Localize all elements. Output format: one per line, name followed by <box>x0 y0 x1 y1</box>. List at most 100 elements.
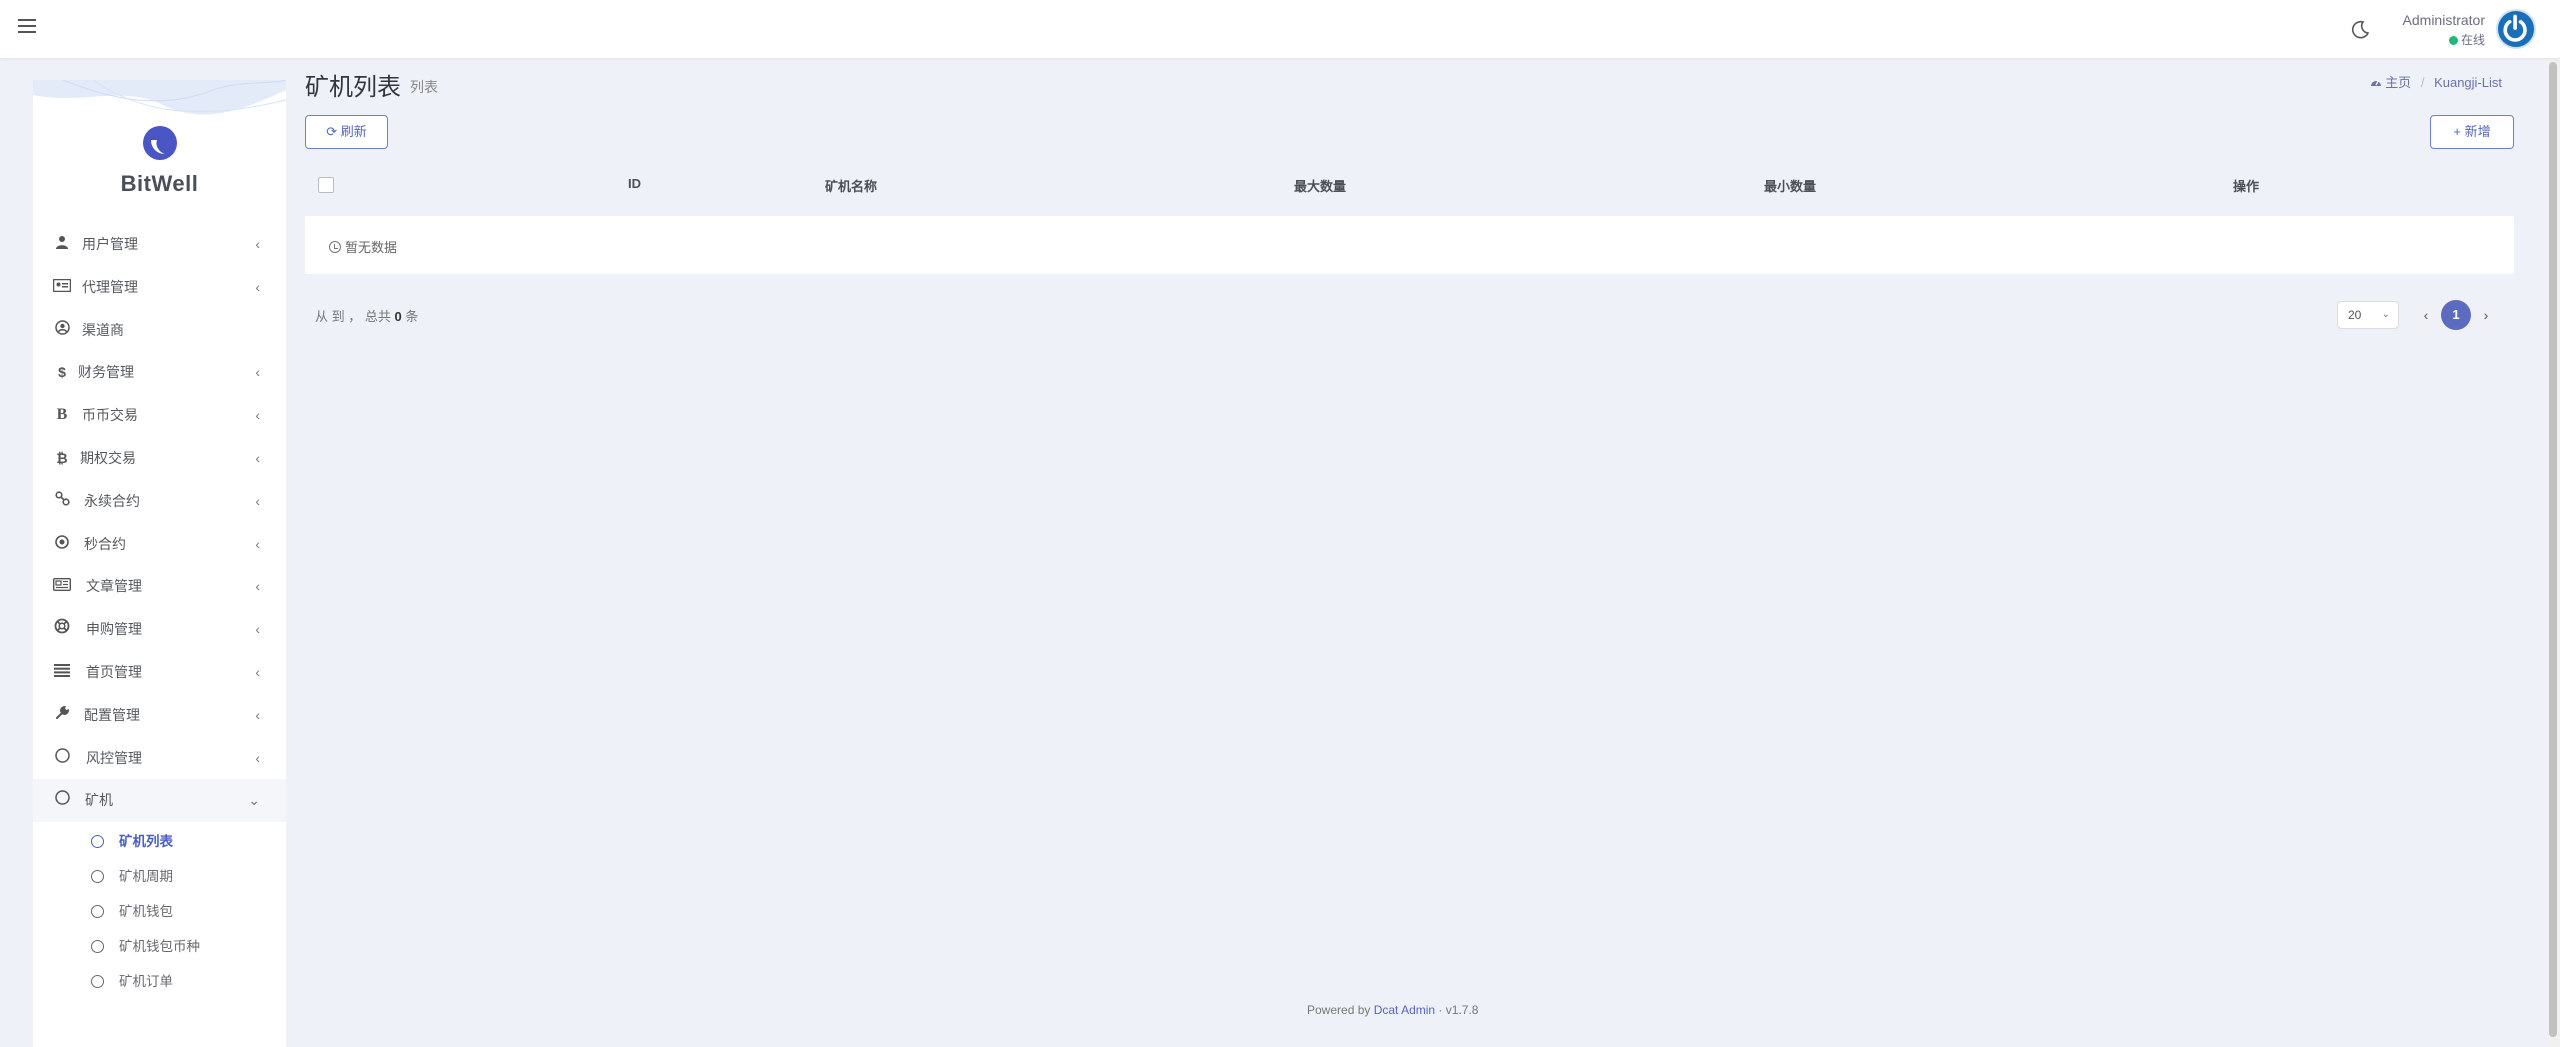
chevron-left-icon: ‹ <box>255 449 260 466</box>
hamburger-menu-icon[interactable] <box>18 19 36 35</box>
list-icon <box>53 651 71 694</box>
sidebar-subitem-miner-period[interactable]: 矿机周期 <box>33 859 286 894</box>
breadcrumb-home-link[interactable]: 主页 <box>2385 75 2411 90</box>
sidebar-item-channel[interactable]: 渠道商 <box>33 309 286 352</box>
sidebar-item-config[interactable]: 配置管理 ‹ <box>33 694 286 737</box>
next-page-button[interactable]: › <box>2476 299 2496 331</box>
scrollbar-thumb[interactable] <box>2549 62 2557 1037</box>
breadcrumb: 主页 / Kuangji-List <box>2370 72 2502 91</box>
user-name[interactable]: Administrator <box>2403 12 2485 28</box>
user-status: 在线 <box>2448 31 2485 48</box>
page-size-value: 20 <box>2348 308 2362 322</box>
column-header-min: 最小数量 <box>1764 179 1817 194</box>
miner-submenu: 矿机列表 矿机周期 矿机钱包 矿机钱包币种 矿机订单 <box>33 822 286 999</box>
sidebar-item-risk-control[interactable]: 风控管理 ‹ <box>33 737 286 780</box>
chevron-left-icon: ‹ <box>255 663 260 680</box>
sidebar-item-label: 代理管理 <box>82 278 138 295</box>
refresh-button-label: 刷新 <box>340 124 367 139</box>
sidebar-item-label: 财务管理 <box>78 364 134 381</box>
chevron-left-icon: ‹ <box>255 621 260 638</box>
sidebar-item-user-management[interactable]: 用户管理 ‹ <box>33 223 286 266</box>
moon-icon[interactable] <box>2348 18 2372 42</box>
page-size-select[interactable]: 20 ⌄ <box>2337 301 2399 329</box>
sidebar-subitem-label: 矿机钱包 <box>119 904 173 920</box>
sidebar-item-options-trading[interactable]: ₿ 期权交易 ‹ <box>33 437 286 480</box>
chevron-left-icon: ‹ <box>255 535 260 552</box>
column-header-id[interactable]: ID <box>628 176 641 191</box>
sidebar-item-label: 矿机 <box>85 792 113 809</box>
sidebar-item-seconds-contract[interactable]: 秒合约 ‹ <box>33 523 286 566</box>
sidebar-item-homepage[interactable]: 首页管理 ‹ <box>33 651 286 694</box>
sidebar: BitWell 用户管理 ‹ 代理管理 ‹ 渠道商 $ 财务管理 ‹ B 币币交… <box>33 80 286 1047</box>
avatar[interactable] <box>2496 9 2536 49</box>
chevron-left-icon: ‹ <box>255 578 260 595</box>
sidebar-subitem-miner-order[interactable]: 矿机订单 <box>33 964 286 999</box>
page-button-current[interactable]: 1 <box>2441 300 2471 330</box>
newspaper-icon <box>52 565 72 608</box>
sidebar-item-label: 文章管理 <box>86 578 142 595</box>
bold-b-icon: B <box>56 406 68 424</box>
sidebar-subitem-miner-wallet-coin[interactable]: 矿机钱包币种 <box>33 929 286 964</box>
table-header: ID 矿机名称 最大数量 最小数量 操作 <box>305 168 2514 200</box>
circle-icon <box>91 835 104 849</box>
column-header-max: 最大数量 <box>1294 179 1347 194</box>
refresh-button[interactable]: ⟳ 刷新 <box>305 115 388 149</box>
dashboard-icon <box>2370 75 2386 90</box>
sidebar-item-label: 期权交易 <box>80 449 136 466</box>
sidebar-item-label: 渠道商 <box>82 321 124 338</box>
sidebar-item-label: 首页管理 <box>86 663 142 680</box>
chevron-down-icon: ⌄ <box>2381 309 2390 320</box>
sidebar-menu: 用户管理 ‹ 代理管理 ‹ 渠道商 $ 财务管理 ‹ B 币币交易 ‹ ₿ 期权… <box>33 223 286 999</box>
bitcoin-icon: ₿ <box>56 449 68 466</box>
empty-text: 暂无数据 <box>345 240 398 255</box>
online-dot-icon <box>2448 36 2458 45</box>
add-button[interactable]: + 新增 <box>2430 115 2514 149</box>
chevron-left-icon: ‹ <box>255 278 260 295</box>
sidebar-item-perpetual[interactable]: 永续合约 ‹ <box>33 480 286 523</box>
select-all-checkbox[interactable] <box>318 177 334 193</box>
breadcrumb-current: Kuangji-List <box>2434 75 2502 90</box>
sidebar-item-label: 风控管理 <box>86 749 142 766</box>
id-card-icon <box>52 266 72 309</box>
bitwell-logo-icon <box>143 126 177 160</box>
footer-link[interactable]: Dcat Admin <box>1374 1003 1435 1017</box>
link-icon <box>53 480 71 523</box>
chevron-left-icon: ‹ <box>255 236 260 252</box>
add-button-label: 新增 <box>2464 124 2491 139</box>
sidebar-item-label: 申购管理 <box>86 621 142 638</box>
sidebar-subitem-label: 矿机列表 <box>119 834 173 850</box>
empty-state: 暂无数据 <box>329 237 397 256</box>
circle-icon <box>91 870 104 884</box>
record-info: 从 到 ， 总共 0 条 <box>315 306 418 325</box>
footer-separator: · <box>1438 1003 1443 1017</box>
column-header-actions: 操作 <box>2233 179 2260 194</box>
sidebar-subitem-miner-list[interactable]: 矿机列表 <box>33 824 286 859</box>
chevron-left-icon: ‹ <box>255 492 260 509</box>
sidebar-item-subscription[interactable]: 申购管理 ‹ <box>33 608 286 651</box>
page-subtitle: 列表 <box>410 79 438 95</box>
refresh-icon: ⟳ <box>326 124 338 139</box>
circle-icon <box>53 737 71 780</box>
circle-icon <box>91 975 104 989</box>
column-header-name: 矿机名称 <box>825 179 878 194</box>
page-scrollbar[interactable] <box>2546 58 2560 1047</box>
sidebar-item-finance[interactable]: $ 财务管理 ‹ <box>33 351 286 394</box>
chevron-down-icon: ⌄ <box>248 792 260 809</box>
record-info-suffix: 条 <box>405 309 419 324</box>
sidebar-subitem-miner-wallet[interactable]: 矿机钱包 <box>33 894 286 929</box>
sidebar-item-articles[interactable]: 文章管理 ‹ <box>33 565 286 608</box>
circle-icon <box>91 905 104 919</box>
table-empty-row: 暂无数据 <box>305 216 2514 274</box>
prev-page-button[interactable]: ‹ <box>2416 299 2436 331</box>
sidebar-item-label: 永续合约 <box>84 492 140 509</box>
wrench-icon <box>53 694 71 737</box>
circle-icon <box>91 940 104 954</box>
sidebar-item-label: 币币交易 <box>82 407 138 424</box>
dollar-icon: $ <box>58 364 66 381</box>
sidebar-item-spot-trading[interactable]: B 币币交易 ‹ <box>33 394 286 437</box>
sidebar-item-agent-management[interactable]: 代理管理 ‹ <box>33 266 286 309</box>
top-navbar: Administrator 在线 <box>0 0 2560 58</box>
sidebar-item-miner[interactable]: 矿机 ⌄ <box>33 779 286 823</box>
chevron-left-icon: ‹ <box>255 364 260 381</box>
user-circle-icon <box>53 309 71 352</box>
